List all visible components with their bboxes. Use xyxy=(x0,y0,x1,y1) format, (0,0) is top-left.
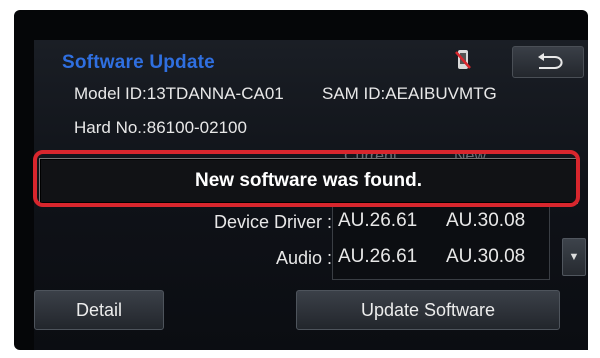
phone-disconnected-icon xyxy=(454,48,472,72)
chevron-down-icon: ▼ xyxy=(568,251,580,263)
sam-id-text: SAM ID:AEAIBUVMTG xyxy=(322,84,497,103)
page-title: Software Update xyxy=(62,52,215,73)
update-software-button[interactable]: Update Software xyxy=(296,290,560,330)
audio-current: AU.26.61 xyxy=(338,246,418,267)
device-driver-current: AU.26.61 xyxy=(338,210,418,231)
back-button[interactable] xyxy=(512,46,584,78)
detail-button[interactable]: Detail xyxy=(34,290,164,330)
device-driver-new: AU.30.08 xyxy=(446,210,526,231)
notification-message: New software was found. xyxy=(195,170,422,191)
audio-new: AU.30.08 xyxy=(446,246,526,267)
row-label-device-driver: Device Driver : xyxy=(213,212,332,232)
row-label-audio: Audio : xyxy=(275,248,332,268)
scroll-down-button[interactable]: ▼ xyxy=(562,238,586,276)
notification-banner: New software was found. xyxy=(39,158,578,204)
hard-no-text: Hard No.:86100-02100 xyxy=(74,118,247,137)
model-id-text: Model ID:13TDANNA-CA01 xyxy=(74,84,284,103)
